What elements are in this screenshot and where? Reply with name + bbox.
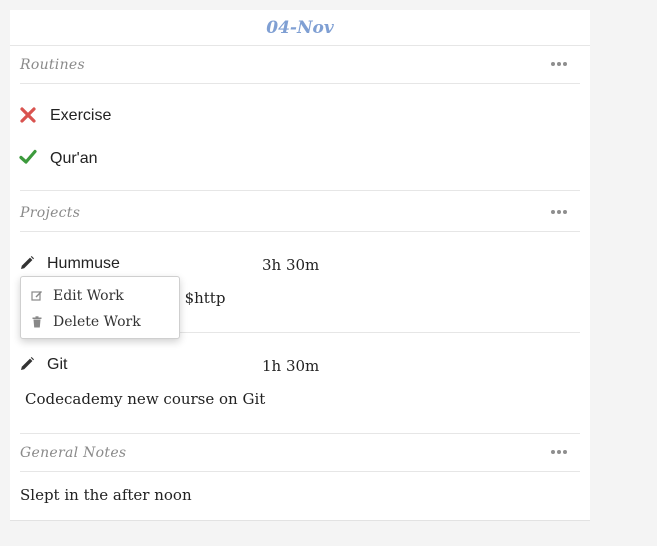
projects-more-button[interactable]	[548, 205, 570, 219]
pencil-icon[interactable]	[19, 356, 35, 372]
divider	[20, 83, 580, 84]
edit-work-menu-item[interactable]: Edit Work	[21, 284, 179, 308]
general-notes-text: Slept in the after noon	[20, 486, 192, 504]
project-hummuse-time: 3h 30m	[262, 256, 320, 274]
check-icon[interactable]	[19, 148, 37, 166]
cross-icon[interactable]	[19, 106, 37, 124]
routine-quran-label: Qur'an	[50, 150, 98, 167]
project-hummuse-note: l $http	[175, 289, 226, 307]
divider	[20, 471, 580, 472]
general-notes-title: General Notes	[20, 445, 127, 461]
day-card: 04-Nov Routines Exercise Qur'an Projects…	[10, 10, 590, 521]
general-notes-more-button[interactable]	[548, 445, 570, 459]
pencil-icon[interactable]	[19, 255, 35, 271]
day-title: 04-Nov	[266, 18, 334, 38]
work-context-menu: Edit Work Delete Work	[20, 276, 180, 339]
divider	[20, 190, 580, 191]
project-git-time: 1h 30m	[262, 357, 320, 375]
divider	[20, 433, 580, 434]
edit-icon	[31, 291, 42, 301]
delete-work-label: Delete Work	[53, 314, 141, 330]
edit-work-label: Edit Work	[53, 288, 124, 304]
project-git-name: Git	[47, 356, 68, 373]
trash-icon	[32, 316, 42, 328]
project-hummuse-name: Hummuse	[47, 255, 120, 272]
divider	[10, 45, 590, 46]
project-git-note: Codecademy new course on Git	[25, 390, 266, 408]
routines-more-button[interactable]	[548, 57, 570, 71]
projects-title: Projects	[20, 205, 81, 221]
routines-title: Routines	[20, 57, 85, 73]
delete-work-menu-item[interactable]: Delete Work	[21, 310, 179, 334]
routine-exercise-label: Exercise	[50, 107, 112, 124]
divider	[20, 231, 580, 232]
